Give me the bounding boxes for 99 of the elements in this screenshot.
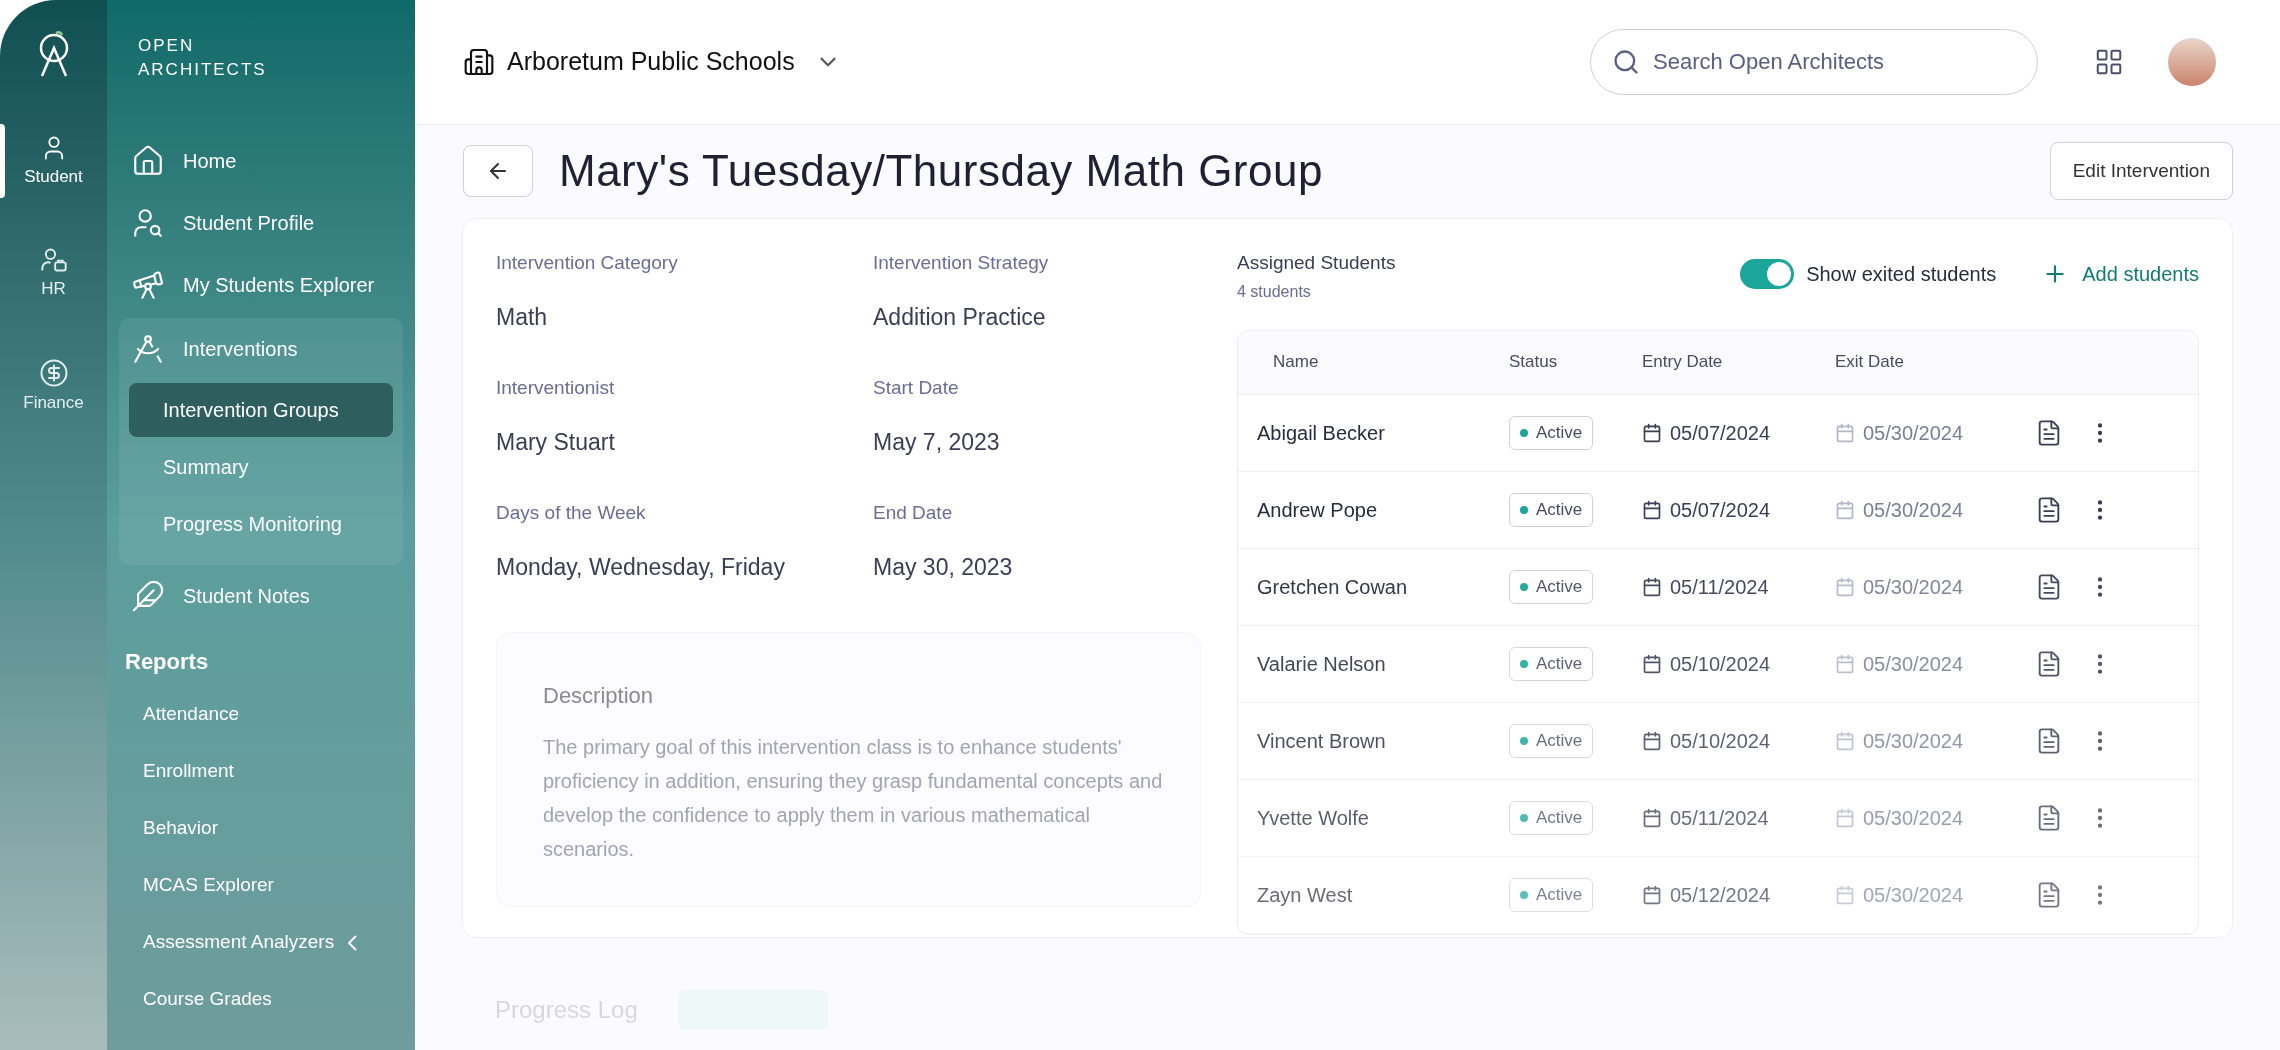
- exit-date: 05/30/2024: [1863, 882, 1964, 908]
- chevron-left-icon: [348, 934, 358, 951]
- nav-item[interactable]: Student Notes: [119, 565, 403, 627]
- exit-date: 05/30/2024: [1863, 420, 1964, 446]
- student-name: Gretchen Cowan: [1256, 574, 1409, 600]
- calendar-icon: [1642, 884, 1662, 905]
- exited-toggle[interactable]: Show exited students: [1740, 259, 1997, 289]
- calendar-icon: [1835, 730, 1855, 751]
- status-badge: Active: [1509, 647, 1594, 681]
- avatar[interactable]: [2168, 38, 2216, 86]
- report-link[interactable]: MCAS Explorer: [119, 857, 403, 914]
- student-name: Yvette Wolfe: [1256, 805, 1370, 831]
- calendar-icon: [1835, 807, 1855, 828]
- brand-name: OPEN ARCHITECTS: [138, 35, 268, 81]
- rail-tab[interactable]: Student: [0, 124, 107, 198]
- edit-intervention-button[interactable]: Edit Intervention: [2049, 142, 2233, 200]
- status-badge: Active: [1509, 724, 1594, 758]
- entry-date: 05/11/2024: [1670, 574, 1769, 600]
- feather-icon: [131, 579, 165, 613]
- column-header: Status: [1509, 351, 1559, 374]
- assigned-title: Assigned Students: [1237, 251, 1396, 275]
- description-title: Description: [543, 682, 655, 710]
- calendar-icon: [1835, 499, 1855, 520]
- nav-item[interactable]: Interventions: [119, 318, 403, 380]
- status-badge: Active: [1509, 801, 1594, 835]
- report-link[interactable]: Attendance: [119, 686, 403, 743]
- detail-label: Intervention Category: [496, 251, 679, 275]
- nav-item[interactable]: Home: [119, 130, 403, 192]
- user-search-icon: [131, 206, 165, 240]
- description-text: The primary goal of this intervention class is to enhance students' proficiency in addition, ensuring they grasp fundamental concepts and develop the confidence to apply them in various mathematical scenarios.: [543, 735, 1164, 862]
- student-count: 4 students: [1237, 281, 1312, 302]
- detail-value: Math: [496, 302, 549, 332]
- nav-subitem[interactable]: Progress Monitoring: [129, 497, 393, 551]
- report-link[interactable]: Enrollment: [119, 743, 403, 800]
- report-link[interactable]: Assessment Analyzers: [119, 914, 403, 971]
- page-title: Mary's Tuesday/Thursday Math Group: [559, 145, 1323, 197]
- student-name: Vincent Brown: [1256, 728, 1387, 754]
- detail-value: Mary Stuart: [496, 427, 616, 457]
- entry-date: 05/07/2024: [1670, 497, 1771, 523]
- reports-heading: Reports: [125, 648, 210, 676]
- detail-label: Interventionist: [496, 376, 616, 400]
- detail-label: Intervention Strategy: [873, 251, 1050, 275]
- detail-value: Monday, Wednesday, Friday: [496, 552, 786, 582]
- building-icon: [463, 46, 495, 78]
- calendar-icon: [1835, 884, 1855, 905]
- entry-date: 05/10/2024: [1670, 728, 1771, 754]
- calendar-icon: [1835, 422, 1855, 443]
- rail-tab[interactable]: Finance: [0, 348, 107, 424]
- student-name: Valarie Nelson: [1256, 651, 1387, 677]
- entry-date: 05/10/2024: [1670, 651, 1771, 677]
- detail-label: End Date: [873, 501, 954, 525]
- report-link[interactable]: Course Grades: [119, 971, 403, 1028]
- student-name: Andrew Pope: [1256, 497, 1379, 523]
- telescope-icon: [131, 268, 165, 302]
- column-header: Name: [1272, 351, 1320, 374]
- column-header: Entry Date: [1642, 351, 1724, 374]
- grid-icon[interactable]: [2094, 47, 2124, 77]
- nav-item[interactable]: Student Profile: [119, 192, 403, 254]
- exit-date: 05/30/2024: [1863, 497, 1964, 523]
- calendar-icon: [1835, 576, 1855, 597]
- detail-value: Addition Practice: [873, 302, 1047, 332]
- add-students-button[interactable]: Add students: [2042, 259, 2199, 289]
- detail-value: May 7, 2023: [873, 427, 1001, 457]
- entry-date: 05/12/2024: [1670, 882, 1771, 908]
- exit-date: 05/30/2024: [1863, 651, 1964, 677]
- nav-item[interactable]: My Students Explorer: [119, 254, 403, 316]
- calendar-icon: [1642, 653, 1662, 674]
- entry-date: 05/11/2024: [1670, 805, 1769, 831]
- user-briefcase-icon: [39, 246, 68, 274]
- detail-label: Start Date: [873, 376, 960, 400]
- dollar-icon: [38, 358, 69, 388]
- detail-value: May 30, 2023: [873, 552, 1014, 582]
- compass-icon: [131, 332, 165, 366]
- entry-date: 05/07/2024: [1670, 420, 1771, 446]
- exit-date: 05/30/2024: [1863, 574, 1964, 600]
- search-icon: [1612, 48, 1640, 76]
- report-link[interactable]: Behavior: [119, 800, 403, 857]
- status-badge: Active: [1509, 570, 1594, 604]
- nav-subitem[interactable]: Summary: [129, 440, 393, 494]
- student-name: Abigail Becker: [1256, 420, 1386, 446]
- status-badge: Active: [1509, 493, 1594, 527]
- detail-label: Days of the Week: [496, 501, 647, 525]
- house-icon: [131, 144, 165, 178]
- search-field[interactable]: Search Open Architects: [1590, 29, 2038, 95]
- calendar-icon: [1642, 499, 1662, 520]
- column-header: Exit Date: [1835, 351, 1905, 374]
- exit-date: 05/30/2024: [1863, 728, 1964, 754]
- calendar-icon: [1835, 653, 1855, 674]
- nav-subitem[interactable]: Intervention Groups: [129, 383, 393, 437]
- calendar-icon: [1642, 730, 1662, 751]
- calendar-icon: [1642, 807, 1662, 828]
- status-badge: Active: [1509, 416, 1594, 450]
- status-badge: Active: [1509, 878, 1594, 912]
- exit-date: 05/30/2024: [1863, 805, 1964, 831]
- student-name: Zayn West: [1256, 882, 1354, 908]
- calendar-icon: [1642, 422, 1662, 443]
- calendar-icon: [1642, 576, 1662, 597]
- rail-tab[interactable]: HR: [0, 236, 107, 310]
- school-selector[interactable]: Arboretum Public Schools: [463, 43, 841, 81]
